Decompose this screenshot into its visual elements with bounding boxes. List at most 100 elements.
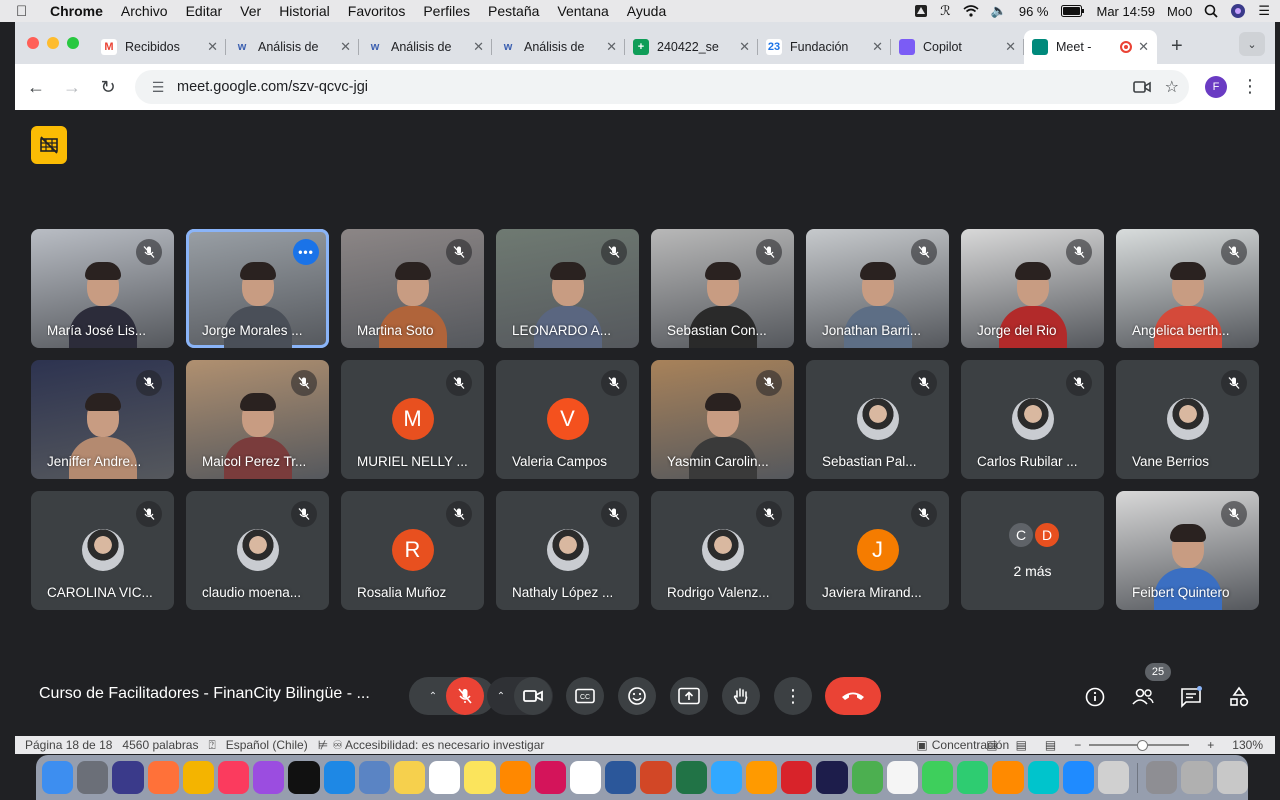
- browser-tab[interactable]: +240422_se ✕: [625, 30, 758, 64]
- dock-safari-icon[interactable]: [323, 761, 355, 794]
- dock-app-store-icon[interactable]: [1062, 761, 1095, 794]
- back-button[interactable]: ←: [21, 77, 51, 98]
- participant-tile[interactable]: Jeniffer Andre...: [31, 360, 174, 479]
- proofing-icon[interactable]: ⍰: [208, 738, 215, 753]
- dock-finder-icon[interactable]: [42, 761, 74, 794]
- volume-icon[interactable]: 🔈: [991, 3, 1007, 19]
- participant-tile[interactable]: Angelica berth...: [1116, 229, 1259, 348]
- word-accessibility[interactable]: Accesibilidad: es necesario investigar: [345, 738, 544, 752]
- dock-photos-icon[interactable]: [886, 761, 919, 794]
- camera-in-use-icon[interactable]: [1132, 80, 1151, 94]
- user-name[interactable]: Mo0: [1167, 4, 1192, 19]
- dock-siri-icon[interactable]: [112, 761, 144, 794]
- leave-call-button[interactable]: [825, 677, 881, 715]
- close-tab-icon[interactable]: ✕: [872, 39, 883, 55]
- browser-tab[interactable]: Meet - ✕: [1024, 30, 1157, 64]
- zoom-level[interactable]: 130%: [1232, 738, 1263, 752]
- participant-tile[interactable]: Sebastian Con...: [651, 229, 794, 348]
- dock-notes-icon[interactable]: [394, 761, 426, 794]
- dock-tv-icon[interactable]: [288, 761, 320, 794]
- tab-search-button[interactable]: ⌄: [1239, 32, 1265, 56]
- profile-avatar[interactable]: F: [1205, 76, 1227, 98]
- reactions-button[interactable]: [618, 677, 656, 715]
- dock-illustrator-icon[interactable]: [746, 761, 778, 794]
- participant-tile[interactable]: R Rosalia Muñoz: [341, 491, 484, 610]
- participant-tile[interactable]: Jonathan Barri...: [806, 229, 949, 348]
- clock[interactable]: Mar 14:59: [1097, 4, 1156, 19]
- close-tab-icon[interactable]: ✕: [1138, 39, 1149, 55]
- raise-hand-button[interactable]: [722, 677, 760, 715]
- participant-tile[interactable]: Feibert Quintero: [1116, 491, 1259, 610]
- dock-firefox-icon[interactable]: [147, 761, 179, 794]
- dock-library-icon[interactable]: [1181, 761, 1213, 794]
- dock-vlc-icon[interactable]: [499, 761, 531, 794]
- menu-pestana[interactable]: Pestaña: [488, 3, 539, 19]
- participant-tile[interactable]: V Valeria Campos: [496, 360, 639, 479]
- word-word-count[interactable]: 4560 palabras: [122, 738, 198, 752]
- dock-word-icon[interactable]: [605, 761, 637, 794]
- dock-trash-icon[interactable]: [1216, 761, 1248, 794]
- recording-badge[interactable]: [31, 126, 67, 164]
- dock-excel-icon[interactable]: [675, 761, 707, 794]
- close-tab-icon[interactable]: ✕: [739, 39, 750, 55]
- dock-block-icon[interactable]: [1098, 761, 1130, 794]
- menu-perfiles[interactable]: Perfiles: [423, 3, 470, 19]
- participant-tile[interactable]: claudio moena...: [186, 491, 329, 610]
- close-tab-icon[interactable]: ✕: [207, 39, 218, 55]
- mic-toggle-button[interactable]: [446, 677, 484, 715]
- participant-tile[interactable]: Carlos Rubilar ...: [961, 360, 1104, 479]
- apple-icon[interactable]: : [16, 3, 36, 20]
- word-page-count[interactable]: Página 18 de 18: [25, 738, 112, 752]
- dock-indesign-icon[interactable]: [534, 761, 567, 794]
- text-predictions-icon[interactable]: ⊭: [318, 738, 328, 752]
- menu-app-name[interactable]: Chrome: [50, 3, 103, 19]
- dock-acrobat-icon[interactable]: [781, 761, 813, 794]
- url-text[interactable]: meet.google.com/szv-qcvc-jgi: [177, 79, 368, 95]
- menu-historial[interactable]: Historial: [279, 3, 330, 19]
- participant-options-icon[interactable]: •••: [293, 239, 319, 265]
- dock-canva-icon[interactable]: [1027, 761, 1059, 794]
- web-layout-icon[interactable]: ▤: [1016, 738, 1027, 752]
- meeting-details-button[interactable]: [1083, 685, 1107, 709]
- dock-facetime-icon[interactable]: [957, 761, 989, 794]
- menu-editar[interactable]: Editar: [186, 3, 223, 19]
- address-bar[interactable]: ☰ meet.google.com/szv-qcvc-jgi ☆: [135, 70, 1189, 104]
- browser-tab[interactable]: w Análisis de ✕: [492, 30, 625, 64]
- zoom-out-button[interactable]: −: [1074, 738, 1081, 752]
- dock-klaxoon-icon[interactable]: [816, 761, 848, 794]
- more-options-button[interactable]: ⋮: [774, 677, 812, 715]
- captions-button[interactable]: CC: [566, 677, 604, 715]
- close-tab-icon[interactable]: ✕: [473, 39, 484, 55]
- dock-messages-icon[interactable]: [922, 761, 954, 794]
- close-tab-icon[interactable]: ✕: [340, 39, 351, 55]
- camera-toggle-button[interactable]: [514, 677, 552, 715]
- chat-button[interactable]: [1179, 685, 1203, 709]
- participant-tile[interactable]: CD 2 más: [961, 491, 1104, 610]
- participant-tile[interactable]: Vane Berrios: [1116, 360, 1259, 479]
- forward-button[interactable]: →: [57, 77, 87, 98]
- dock-launchpad-icon[interactable]: [77, 761, 109, 794]
- activities-button[interactable]: [1227, 685, 1251, 709]
- dock-podcasts-icon[interactable]: [253, 761, 285, 794]
- zoom-slider[interactable]: [1089, 740, 1190, 751]
- browser-tab[interactable]: w Análisis de ✕: [226, 30, 359, 64]
- spotlight-search-icon[interactable]: [1204, 4, 1218, 18]
- camera-options-chevron[interactable]: ⌃: [488, 691, 514, 702]
- people-button[interactable]: [1131, 685, 1155, 709]
- bookmark-star-icon[interactable]: ☆: [1165, 77, 1179, 97]
- participant-tile[interactable]: Martina Soto: [341, 229, 484, 348]
- participant-tile[interactable]: Rodrigo Valenz...: [651, 491, 794, 610]
- browser-tab[interactable]: w Análisis de ✕: [359, 30, 492, 64]
- dock-preview-icon[interactable]: [358, 761, 391, 794]
- new-tab-button[interactable]: +: [1171, 35, 1183, 58]
- dock-powerpoint-icon[interactable]: [640, 761, 672, 794]
- dock-stickies-icon[interactable]: [464, 761, 496, 794]
- participant-tile[interactable]: J Javiera Mirand...: [806, 491, 949, 610]
- participant-tile[interactable]: Yasmin Carolin...: [651, 360, 794, 479]
- site-info-icon[interactable]: ☰: [143, 79, 173, 96]
- dock-books-icon[interactable]: [992, 761, 1024, 794]
- focus-icon[interactable]: ▣: [916, 738, 927, 752]
- dock-chrome-icon[interactable]: [182, 761, 215, 794]
- dock-photoshop-icon[interactable]: [710, 761, 743, 794]
- accessibility-icon[interactable]: ♾: [332, 738, 343, 752]
